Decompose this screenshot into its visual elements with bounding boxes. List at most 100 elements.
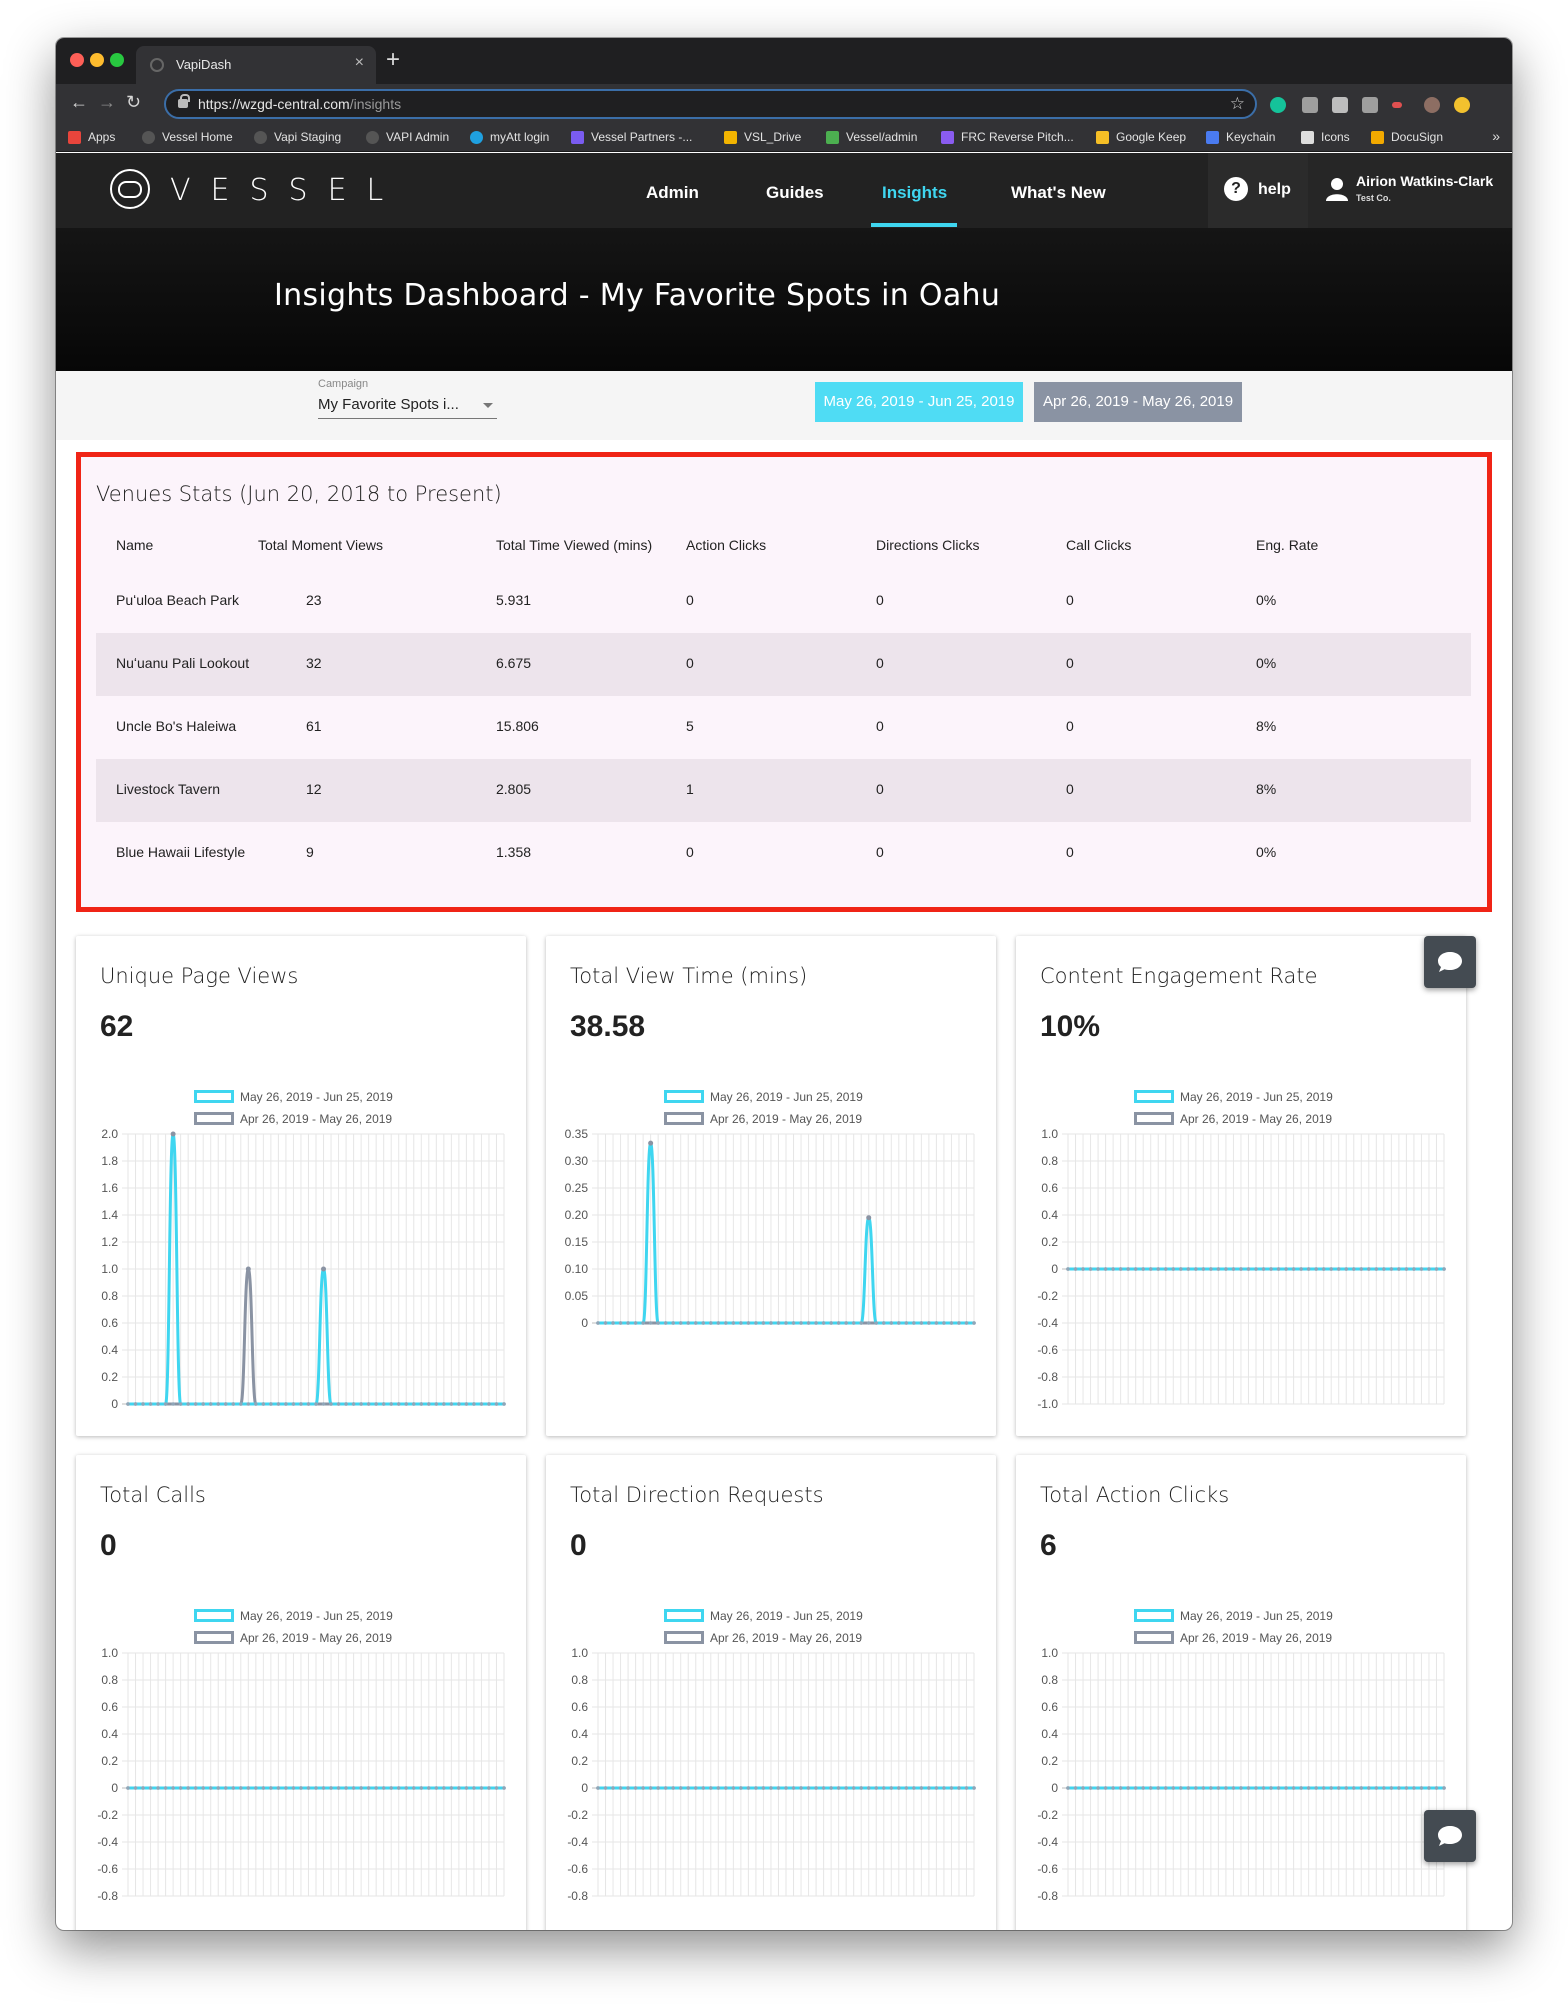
data-point[interactable] bbox=[231, 1786, 236, 1790]
tab-close-icon[interactable]: × bbox=[355, 54, 364, 72]
data-point[interactable] bbox=[171, 1402, 175, 1406]
chat-button[interactable] bbox=[1424, 1810, 1476, 1862]
data-point[interactable] bbox=[927, 1321, 931, 1325]
data-point[interactable] bbox=[366, 1402, 371, 1406]
data-point[interactable] bbox=[193, 1786, 198, 1790]
data-point[interactable] bbox=[1239, 1786, 1243, 1790]
data-point[interactable] bbox=[284, 1402, 288, 1406]
data-point[interactable] bbox=[1412, 1267, 1416, 1271]
data-point[interactable] bbox=[208, 1786, 213, 1790]
data-point[interactable] bbox=[1344, 1267, 1349, 1271]
data-point[interactable] bbox=[874, 1786, 879, 1790]
data-point[interactable] bbox=[254, 1786, 258, 1790]
data-point[interactable] bbox=[761, 1321, 766, 1325]
data-point[interactable] bbox=[1239, 1267, 1243, 1271]
data-point[interactable] bbox=[904, 1321, 909, 1325]
data-point[interactable] bbox=[731, 1321, 736, 1325]
data-point[interactable] bbox=[1096, 1267, 1100, 1271]
data-point[interactable] bbox=[1088, 1786, 1093, 1790]
data-point[interactable] bbox=[754, 1786, 758, 1790]
data-point[interactable] bbox=[1066, 1267, 1070, 1271]
data-point[interactable] bbox=[502, 1402, 506, 1406]
data-point[interactable] bbox=[957, 1321, 961, 1325]
data-point[interactable] bbox=[1404, 1786, 1409, 1790]
data-point[interactable] bbox=[724, 1786, 728, 1790]
data-point[interactable] bbox=[1088, 1267, 1093, 1271]
data-point[interactable] bbox=[806, 1321, 811, 1325]
data-point[interactable] bbox=[746, 1786, 751, 1790]
data-point[interactable] bbox=[1141, 1267, 1145, 1271]
browser-tab[interactable]: VapiDash × bbox=[136, 46, 376, 84]
data-point[interactable] bbox=[314, 1402, 318, 1406]
data-point[interactable] bbox=[1186, 1786, 1191, 1790]
bookmark-item[interactable]: Google Keep bbox=[1096, 130, 1186, 146]
data-point[interactable] bbox=[1306, 1267, 1311, 1271]
data-point[interactable] bbox=[163, 1786, 168, 1790]
data-point[interactable] bbox=[1359, 1267, 1364, 1271]
data-point[interactable] bbox=[472, 1786, 476, 1790]
data-point[interactable] bbox=[709, 1786, 713, 1790]
data-point[interactable] bbox=[806, 1786, 811, 1790]
data-point[interactable] bbox=[1389, 1267, 1394, 1271]
data-point[interactable] bbox=[1261, 1786, 1266, 1790]
data-point[interactable] bbox=[442, 1402, 446, 1406]
data-point[interactable] bbox=[1201, 1267, 1206, 1271]
data-point[interactable] bbox=[419, 1402, 424, 1406]
data-point[interactable] bbox=[163, 1402, 168, 1406]
data-point[interactable] bbox=[1427, 1267, 1431, 1271]
data-point[interactable] bbox=[396, 1402, 401, 1406]
data-point[interactable] bbox=[457, 1786, 461, 1790]
data-point[interactable] bbox=[336, 1402, 341, 1406]
data-point[interactable] bbox=[306, 1786, 311, 1790]
data-point[interactable] bbox=[239, 1786, 243, 1790]
data-point[interactable] bbox=[1111, 1267, 1115, 1271]
data-point[interactable] bbox=[148, 1402, 153, 1406]
data-point[interactable] bbox=[442, 1786, 446, 1790]
data-point[interactable] bbox=[487, 1402, 491, 1406]
extension-icon[interactable] bbox=[1332, 97, 1348, 113]
data-point[interactable] bbox=[844, 1321, 848, 1325]
legend-swatch[interactable] bbox=[1134, 1609, 1174, 1622]
data-point[interactable] bbox=[1427, 1786, 1431, 1790]
address-bar[interactable]: https://wzgd-central.com/insights ☆ bbox=[164, 89, 1257, 119]
data-point[interactable] bbox=[611, 1321, 615, 1325]
bookmark-star-icon[interactable]: ☆ bbox=[1230, 94, 1245, 114]
data-point[interactable] bbox=[716, 1321, 721, 1325]
date-range-current-button[interactable]: May 26, 2019 - Jun 25, 2019 bbox=[815, 382, 1023, 422]
data-point[interactable] bbox=[1141, 1786, 1145, 1790]
data-point[interactable] bbox=[1344, 1786, 1349, 1790]
data-point[interactable] bbox=[678, 1321, 683, 1325]
data-point[interactable] bbox=[934, 1786, 939, 1790]
data-point[interactable] bbox=[942, 1321, 946, 1325]
data-point[interactable] bbox=[396, 1786, 401, 1790]
data-point[interactable] bbox=[656, 1786, 660, 1790]
data-point[interactable] bbox=[246, 1786, 251, 1790]
data-point[interactable] bbox=[479, 1402, 484, 1406]
data-point[interactable] bbox=[761, 1786, 766, 1790]
data-point[interactable] bbox=[1291, 1267, 1296, 1271]
data-point[interactable] bbox=[716, 1786, 721, 1790]
data-point[interactable] bbox=[434, 1786, 439, 1790]
data-point[interactable] bbox=[254, 1402, 258, 1406]
forward-arrow-icon[interactable]: → bbox=[98, 92, 116, 113]
data-point[interactable] bbox=[1442, 1786, 1446, 1790]
data-point[interactable] bbox=[656, 1321, 660, 1325]
data-point[interactable] bbox=[641, 1786, 645, 1790]
data-point[interactable] bbox=[1126, 1786, 1130, 1790]
extension-icon[interactable] bbox=[1392, 102, 1402, 108]
data-point[interactable] bbox=[1148, 1786, 1153, 1790]
data-point[interactable] bbox=[178, 1786, 183, 1790]
data-point[interactable] bbox=[479, 1786, 484, 1790]
data-point[interactable] bbox=[596, 1321, 600, 1325]
data-point[interactable] bbox=[1073, 1786, 1078, 1790]
data-point[interactable] bbox=[261, 1786, 266, 1790]
data-point[interactable] bbox=[1126, 1267, 1130, 1271]
data-point[interactable] bbox=[663, 1786, 668, 1790]
nav-admin[interactable]: Admin bbox=[646, 183, 699, 203]
data-point[interactable] bbox=[472, 1402, 476, 1406]
data-point[interactable] bbox=[1314, 1267, 1318, 1271]
bookmark-item[interactable]: myAtt login bbox=[470, 130, 549, 146]
data-point[interactable] bbox=[836, 1321, 841, 1325]
data-point[interactable] bbox=[133, 1402, 138, 1406]
data-point[interactable] bbox=[1231, 1267, 1236, 1271]
